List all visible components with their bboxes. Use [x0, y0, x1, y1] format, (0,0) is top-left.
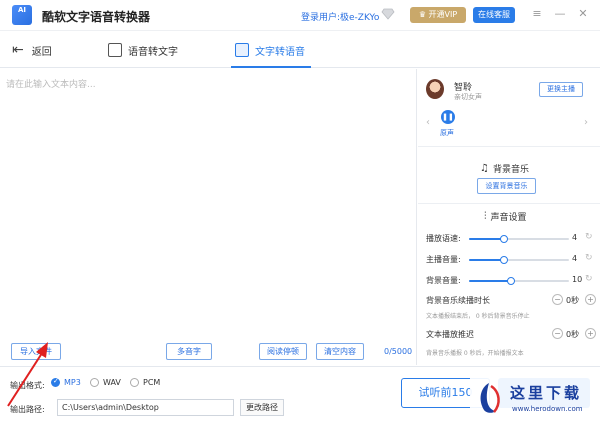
diamond-icon	[381, 8, 395, 20]
menu-icon[interactable]: ≡	[530, 7, 544, 21]
reset-icon[interactable]: ↻	[585, 232, 593, 242]
voice-volume-value: 4	[572, 254, 578, 263]
nav-bar: ⇤ 返回 语音转文字 文字转语音	[0, 32, 600, 68]
char-count: 0/5000	[384, 347, 413, 356]
voice-volume-slider-thumb[interactable]	[500, 256, 508, 264]
text-delay-hint: 背景音乐播报 0 秒后，开始播报文本	[426, 350, 524, 357]
voice-volume-label: 主播音量:	[426, 255, 461, 264]
sound-settings-title: ⫶ 声音设置	[484, 210, 527, 223]
app-logo-text: AI	[17, 6, 27, 14]
play-label: 原声	[440, 129, 454, 137]
back-label: 返回	[31, 46, 52, 58]
bgm-volume-slider[interactable]	[469, 277, 569, 285]
watermark-url: www.herodown.com	[512, 405, 583, 413]
app-logo-icon: AI	[12, 5, 32, 25]
text-editor-panel: 导入文件 多音字 阅读停顿 清空内容 0/5000	[0, 69, 417, 365]
format-mp3-label: MP3	[64, 378, 81, 387]
voice-volume-slider-row: 主播音量: 4 ↻	[426, 252, 596, 266]
tab-text-to-speech[interactable]: 文字转语音	[235, 32, 305, 68]
bgm-delay-plus-button[interactable]: +	[585, 294, 596, 305]
path-label: 输出路径:	[10, 405, 45, 414]
divider	[418, 203, 600, 204]
bgm-volume-label: 背景音量:	[426, 276, 461, 285]
sound-settings-label: 声音设置	[490, 213, 527, 223]
login-label: 登录用户:	[301, 13, 341, 23]
text-delay-label: 文本播放推迟	[426, 330, 474, 339]
vip-label: 开通VIP	[428, 10, 458, 19]
active-tab-indicator	[231, 66, 311, 68]
format-label: 输出格式:	[10, 381, 45, 390]
reset-icon[interactable]: ↻	[585, 253, 593, 263]
login-user[interactable]: 极e-ZKYo	[340, 10, 379, 23]
minimize-button[interactable]: —	[553, 7, 567, 21]
speed-slider-row: 播放语速: 4 ↻	[426, 231, 596, 245]
watermark-text: 这里下载	[510, 384, 583, 402]
bgm-delay-minus-button[interactable]: −	[552, 294, 563, 305]
radio-checked-icon	[51, 377, 60, 387]
tab-speech-to-text-label: 语音转文字	[128, 46, 178, 58]
bgm-title: ♫ 背景音乐	[480, 162, 529, 175]
watermark: 这里下载 www.herodown.com	[470, 378, 596, 420]
speed-slider[interactable]	[469, 235, 569, 243]
bgm-volume-value: 10	[572, 275, 583, 284]
reset-icon[interactable]: ↻	[585, 274, 593, 284]
change-path-button[interactable]: 更改路径	[240, 399, 284, 416]
import-file-button[interactable]: 导入文件	[11, 343, 61, 360]
voice-avatar	[426, 79, 444, 99]
tab-speech-to-text[interactable]: 语音转文字	[108, 32, 178, 68]
pause-icon[interactable]: ❚❚	[441, 110, 455, 124]
voice-description: 亲切女声	[454, 93, 482, 101]
speed-label: 播放语速:	[426, 234, 461, 243]
format-wav-label: WAV	[103, 378, 121, 387]
bgm-volume-slider-fill	[469, 280, 511, 282]
text-delay-row: 文本播放推迟 − 0秒 +	[426, 327, 596, 341]
music-note-icon: ♫	[480, 163, 489, 174]
speech-to-text-icon	[108, 43, 122, 57]
bgm-volume-slider-row: 背景音量: 10 ↻	[426, 273, 596, 287]
prev-voice-icon[interactable]: ‹	[426, 117, 430, 128]
bgm-delay-row: 背景音乐续播时长 − 0秒 +	[426, 293, 596, 307]
back-button[interactable]: ⇤ 返回	[12, 32, 52, 68]
voice-volume-slider-fill	[469, 259, 504, 261]
watermark-logo-icon	[480, 383, 500, 413]
bgm-volume-slider-thumb[interactable]	[507, 277, 515, 285]
format-mp3-radio[interactable]: MP3	[51, 377, 81, 387]
sliders-icon: ⫶	[484, 211, 487, 222]
text-delay-value: 0秒	[566, 330, 580, 339]
text-input[interactable]	[6, 77, 406, 337]
speed-slider-thumb[interactable]	[500, 235, 508, 243]
close-button[interactable]: ✕	[576, 7, 590, 21]
tab-text-to-speech-label: 文字转语音	[255, 46, 305, 58]
bgm-delay-value: 0秒	[566, 296, 580, 305]
divider	[418, 146, 600, 147]
radio-icon	[90, 378, 99, 387]
polyphone-button[interactable]: 多音字	[166, 343, 212, 360]
format-pcm-label: PCM	[143, 378, 161, 387]
text-delay-minus-button[interactable]: −	[552, 328, 563, 339]
title-bar: AI 酷软文字语音转换器 登录用户: 极e-ZKYo ♛ 开通VIP 在线客服 …	[0, 0, 600, 31]
change-voice-button[interactable]: 更换主播	[539, 82, 583, 97]
radio-icon	[130, 378, 139, 387]
format-pcm-radio[interactable]: PCM	[130, 378, 160, 387]
vip-button[interactable]: ♛ 开通VIP	[410, 7, 466, 23]
bgm-delay-label: 背景音乐续播时长	[426, 296, 490, 305]
online-service-button[interactable]: 在线客服	[473, 7, 515, 23]
bgm-title-label: 背景音乐	[492, 165, 529, 175]
voice-volume-slider[interactable]	[469, 256, 569, 264]
output-path-input[interactable]	[57, 399, 234, 416]
text-delay-plus-button[interactable]: +	[585, 328, 596, 339]
clear-content-button[interactable]: 清空内容	[316, 343, 364, 360]
next-voice-icon[interactable]: ›	[584, 117, 588, 128]
reading-pause-button[interactable]: 阅读停顿	[259, 343, 307, 360]
set-bgm-button[interactable]: 设置背景音乐	[477, 178, 536, 194]
bgm-delay-hint: 文本播报结束后， 0 秒后背景音乐停止	[426, 313, 530, 320]
speed-value: 4	[572, 233, 578, 242]
app-title: 酷软文字语音转换器	[42, 10, 151, 24]
speed-slider-fill	[469, 238, 504, 240]
format-wav-radio[interactable]: WAV	[90, 378, 121, 387]
text-to-speech-icon	[235, 43, 249, 57]
settings-panel: 智聆 亲切女声 更换主播 ‹ › ❚❚ 原声 ♫ 背景音乐 设置背景音乐 ⫶ 声…	[418, 69, 600, 365]
back-arrow-icon: ⇤	[12, 42, 24, 58]
